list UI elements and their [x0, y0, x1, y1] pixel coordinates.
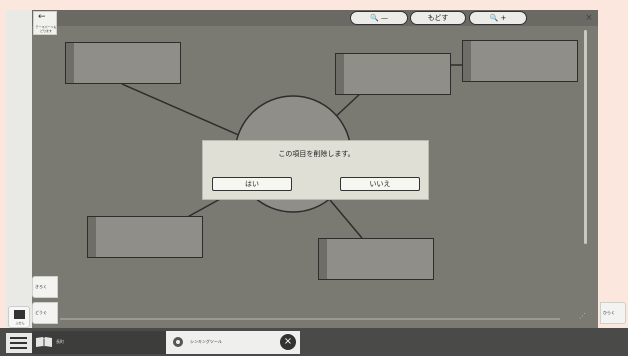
open-label: ひらく	[603, 310, 615, 315]
horizontal-scrollbar[interactable]	[60, 318, 560, 320]
tab-label: シンキングツール	[190, 339, 222, 344]
close-icon[interactable]: ×	[583, 12, 595, 24]
connector-bottom-right	[329, 199, 363, 239]
tool-label: どうぐ	[35, 310, 47, 315]
zoom-out-button[interactable]: 🔍 —	[350, 11, 408, 25]
mindmap-node[interactable]	[462, 40, 578, 82]
connector-top-left	[121, 83, 251, 141]
sticky-note-icon	[14, 310, 25, 319]
sticky-note-button[interactable]: ふせん	[8, 306, 30, 328]
close-tab-icon[interactable]: ×	[280, 334, 296, 350]
tab-book[interactable]: 長町	[32, 331, 166, 354]
tool-button[interactable]: どうぐ	[32, 302, 58, 324]
menu-icon	[10, 337, 27, 339]
back-button[interactable]: ← テーマパーへもどります	[33, 11, 57, 35]
mindmap-node[interactable]	[335, 53, 451, 95]
thinking-tool-icon	[173, 337, 183, 347]
dialog-message: この項目を削除します。	[278, 150, 355, 158]
resize-handle-icon[interactable]: ⋰	[579, 312, 589, 322]
back-label: テーマパーへもどります	[35, 25, 57, 33]
mindmap-node[interactable]	[318, 238, 434, 280]
book-icon	[36, 337, 52, 347]
reset-view-button[interactable]: もどす	[410, 11, 466, 25]
mindmap-node[interactable]	[65, 42, 181, 84]
vertical-scrollbar[interactable]	[584, 30, 587, 244]
open-panel-button[interactable]: ひらく	[600, 302, 626, 324]
menu-button[interactable]	[6, 333, 32, 353]
zoom-in-button[interactable]: 🔍 +	[469, 11, 527, 25]
delete-confirm-dialog: この項目を削除します。 はい いいえ	[202, 140, 429, 200]
tab-label: 長町	[56, 339, 64, 344]
no-button[interactable]: いいえ	[340, 177, 420, 191]
record-label: きろく	[35, 284, 47, 289]
mindmap-node[interactable]	[87, 216, 203, 258]
sticky-note-label: ふせん	[15, 321, 25, 325]
yes-button[interactable]: はい	[212, 177, 292, 191]
record-button[interactable]: きろく	[32, 276, 58, 298]
left-rail	[6, 10, 32, 340]
back-arrow-icon: ←	[38, 12, 46, 22]
